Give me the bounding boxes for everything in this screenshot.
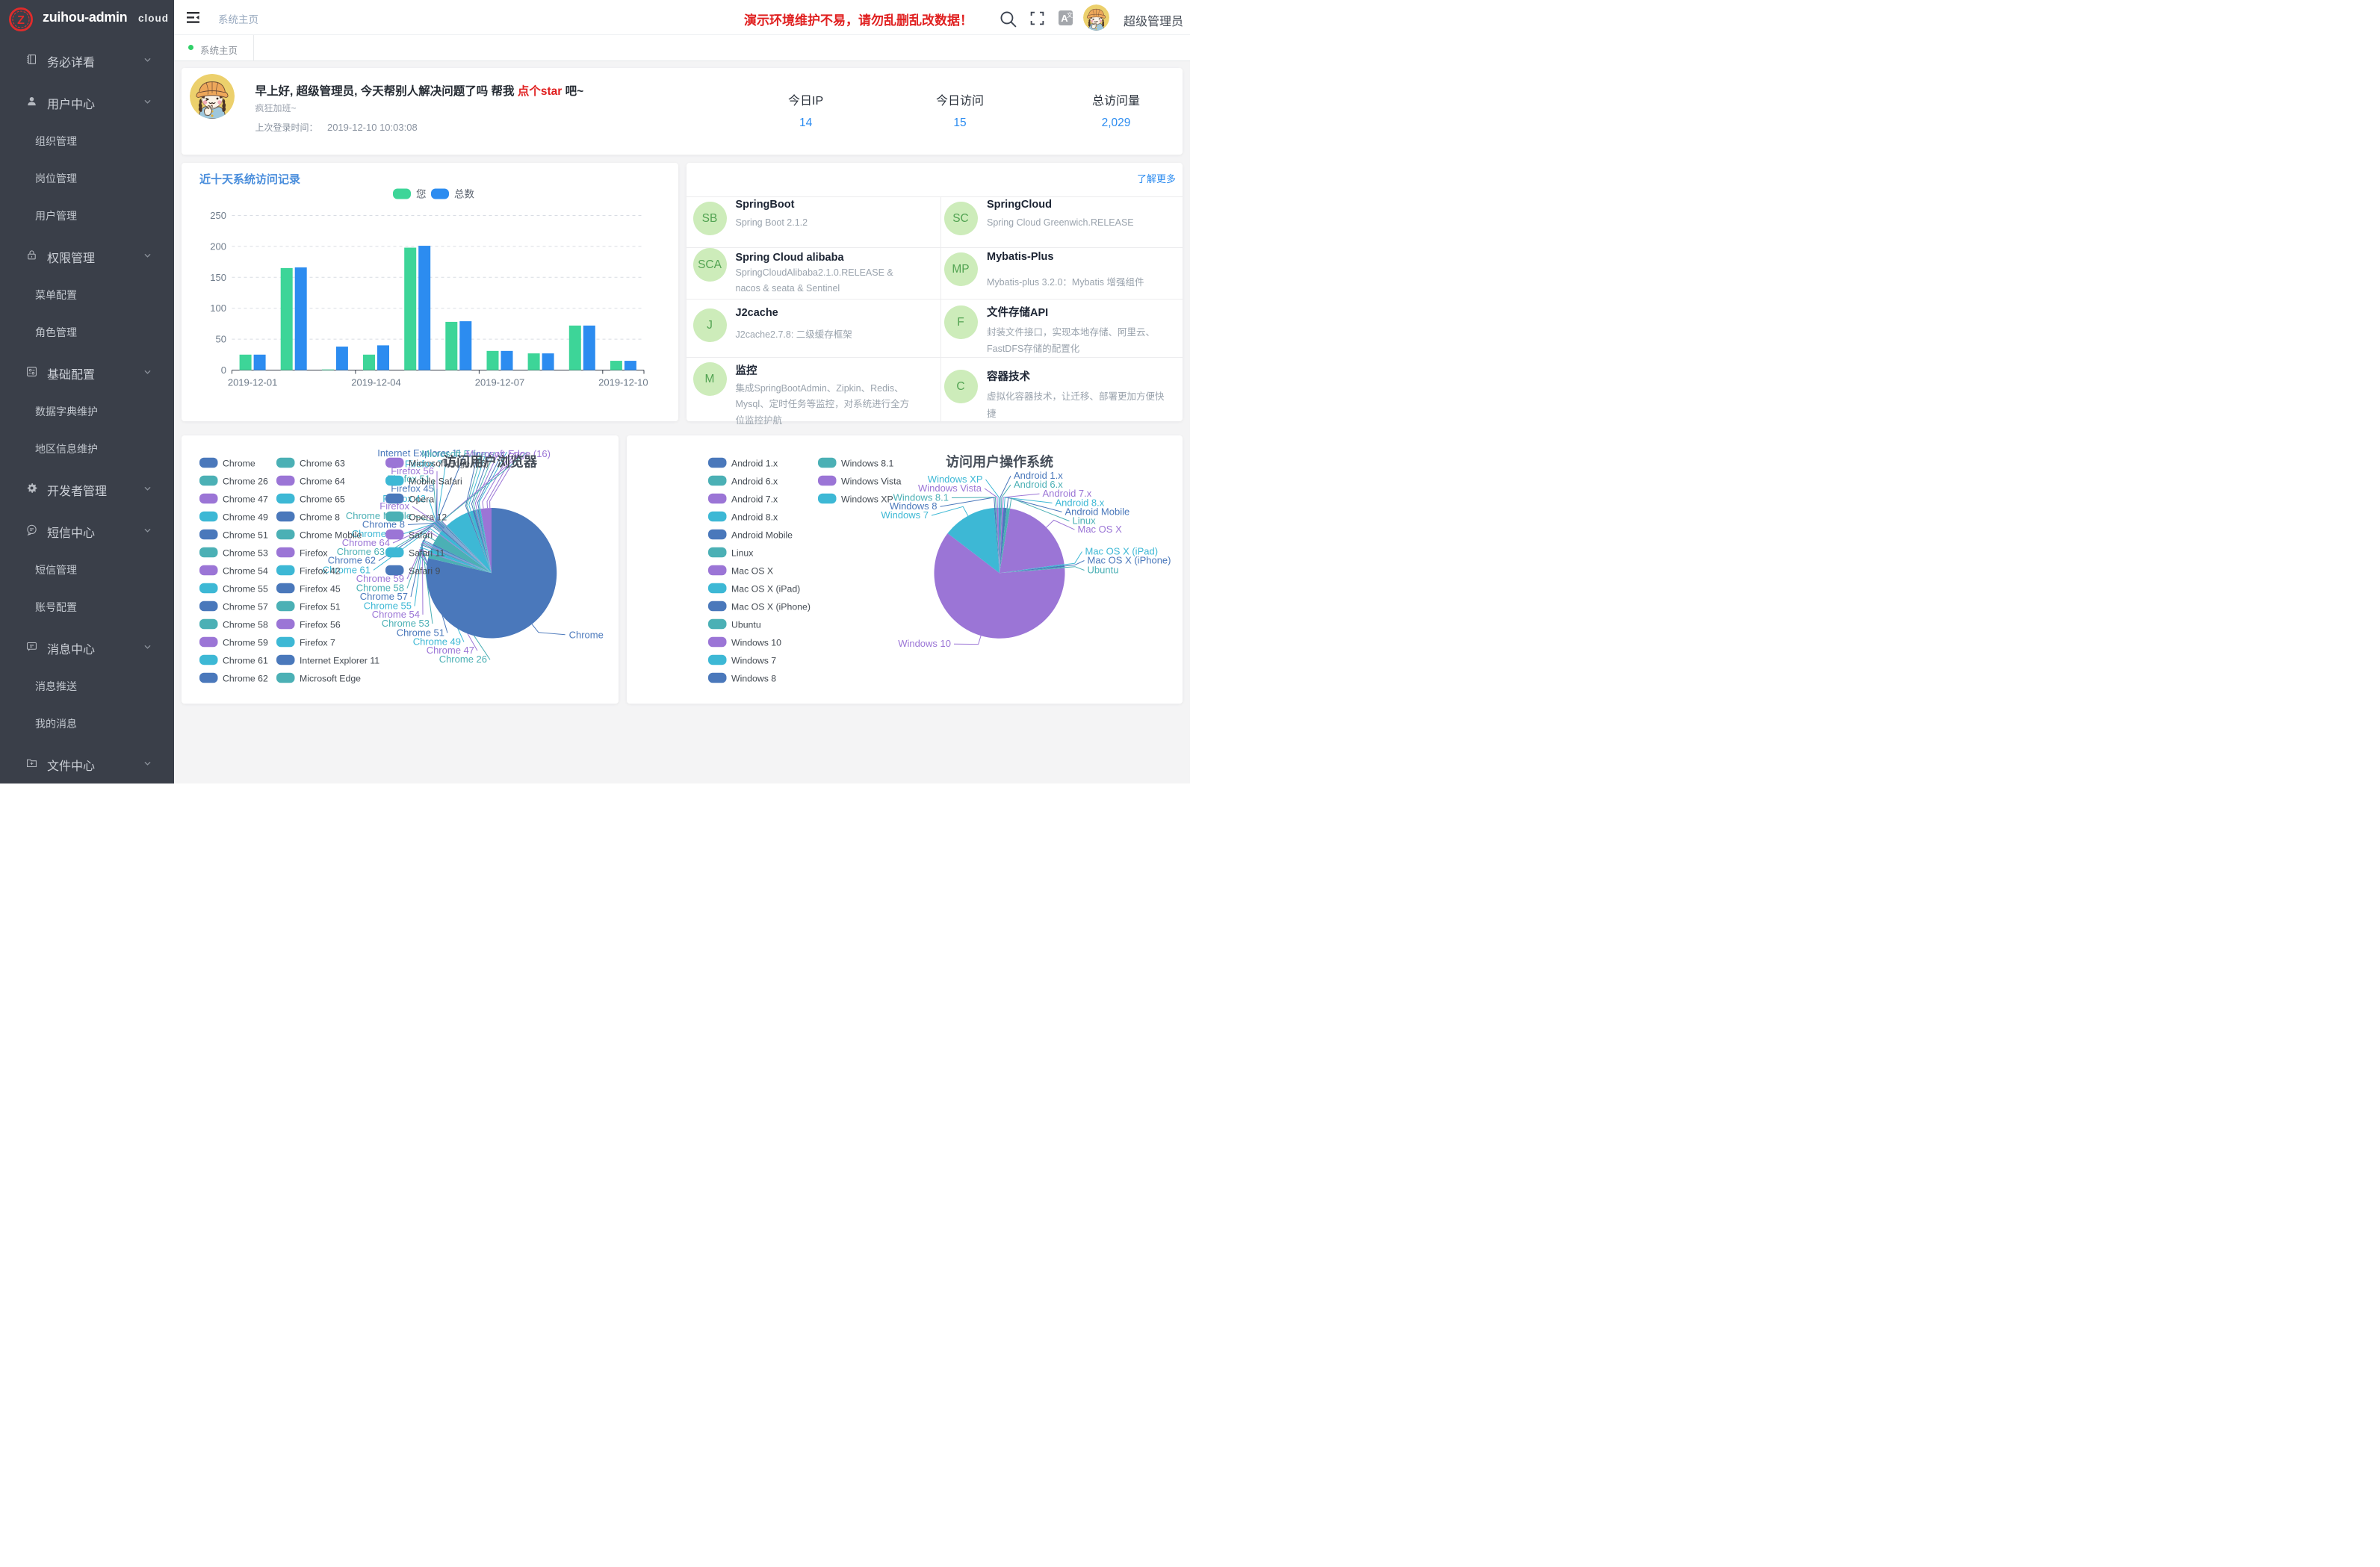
svg-text:Chrome 62: Chrome 62 bbox=[223, 673, 268, 683]
svg-text:Chrome 54: Chrome 54 bbox=[223, 565, 268, 576]
svg-text:Mobile Safari: Mobile Safari bbox=[409, 476, 462, 486]
svg-text:Mac OS X: Mac OS X bbox=[731, 565, 773, 576]
svg-text:Firefox: Firefox bbox=[300, 547, 328, 558]
svg-text:Chrome 65: Chrome 65 bbox=[300, 494, 345, 504]
svg-text:Windows 7: Windows 7 bbox=[881, 509, 929, 521]
svg-text:Mac OS X: Mac OS X bbox=[1077, 524, 1122, 535]
svg-text:Firefox 45: Firefox 45 bbox=[300, 583, 341, 594]
svg-text:Safari 9: Safari 9 bbox=[409, 565, 441, 576]
svg-text:Chrome 51: Chrome 51 bbox=[223, 530, 268, 540]
svg-text:Windows 8: Windows 8 bbox=[731, 673, 776, 683]
svg-text:250: 250 bbox=[210, 210, 226, 221]
svg-text:200: 200 bbox=[210, 241, 226, 252]
svg-text:Internet Explorer 11: Internet Explorer 11 bbox=[300, 655, 379, 665]
svg-text:Linux: Linux bbox=[731, 547, 754, 558]
svg-text:Chrome 57: Chrome 57 bbox=[223, 601, 268, 612]
svg-text:总数: 总数 bbox=[454, 188, 475, 199]
svg-text:Windows 10: Windows 10 bbox=[731, 637, 781, 648]
svg-text:Safari 11: Safari 11 bbox=[409, 547, 444, 558]
svg-text:2019-12-01: 2019-12-01 bbox=[228, 376, 278, 388]
svg-text:近十天系统访问记录: 近十天系统访问记录 bbox=[199, 173, 300, 186]
svg-text:Firefox 7: Firefox 7 bbox=[300, 637, 335, 648]
svg-text:2019-12-04: 2019-12-04 bbox=[351, 376, 401, 388]
svg-text:100: 100 bbox=[210, 302, 226, 314]
svg-text:Mac OS X (iPad): Mac OS X (iPad) bbox=[731, 583, 800, 594]
svg-text:Chrome Mobile: Chrome Mobile bbox=[300, 530, 362, 540]
svg-text:Firefox 51: Firefox 51 bbox=[300, 601, 341, 612]
svg-text:文: 文 bbox=[1067, 11, 1073, 19]
svg-text:Firefox 42: Firefox 42 bbox=[300, 565, 341, 576]
svg-text:Chrome 64: Chrome 64 bbox=[300, 476, 345, 486]
svg-text:Chrome 8: Chrome 8 bbox=[300, 512, 340, 522]
svg-text:Windows XP: Windows XP bbox=[841, 494, 893, 504]
svg-text:Chrome 47: Chrome 47 bbox=[223, 494, 268, 504]
svg-text:Chrome 26: Chrome 26 bbox=[223, 476, 268, 486]
svg-text:2019-12-07: 2019-12-07 bbox=[475, 376, 525, 388]
svg-text:您: 您 bbox=[416, 187, 427, 199]
svg-text:Android Mobile: Android Mobile bbox=[731, 530, 793, 540]
svg-text:Firefox 56: Firefox 56 bbox=[300, 619, 341, 630]
svg-text:0: 0 bbox=[221, 364, 226, 376]
svg-text:Microsoft Edge: Microsoft Edge bbox=[300, 673, 361, 683]
svg-text:150: 150 bbox=[210, 271, 226, 282]
svg-text:Windows 7: Windows 7 bbox=[731, 655, 776, 665]
svg-text:Windows Vista: Windows Vista bbox=[841, 476, 902, 486]
svg-text:Android 7.x: Android 7.x bbox=[731, 494, 778, 504]
svg-text:Chrome: Chrome bbox=[223, 458, 255, 468]
svg-text:50: 50 bbox=[216, 333, 226, 344]
svg-text:Chrome 58: Chrome 58 bbox=[223, 619, 268, 630]
svg-text:Microsoft Edge (16): Microsoft Edge (16) bbox=[409, 458, 489, 468]
svg-text:Chrome 53: Chrome 53 bbox=[223, 547, 268, 558]
svg-text:访问用户操作系统: 访问用户操作系统 bbox=[946, 453, 1053, 469]
svg-text:Android 1.x: Android 1.x bbox=[731, 458, 778, 468]
svg-text:Windows 10: Windows 10 bbox=[898, 638, 951, 649]
svg-text:Chrome 49: Chrome 49 bbox=[223, 512, 268, 522]
svg-text:Chrome 55: Chrome 55 bbox=[223, 583, 268, 594]
svg-text:Chrome 59: Chrome 59 bbox=[223, 637, 268, 648]
svg-text:Safari: Safari bbox=[409, 530, 433, 540]
svg-text:Android 8.x: Android 8.x bbox=[731, 512, 778, 522]
svg-text:Ubuntu: Ubuntu bbox=[731, 619, 761, 630]
svg-text:Mac OS X (iPhone): Mac OS X (iPhone) bbox=[731, 601, 811, 612]
svg-text:2019-12-10: 2019-12-10 bbox=[598, 376, 648, 388]
svg-text:Opera: Opera bbox=[409, 494, 434, 504]
svg-text:Chrome 61: Chrome 61 bbox=[223, 655, 268, 665]
svg-text:Chrome 63: Chrome 63 bbox=[300, 458, 345, 468]
svg-text:Windows 8.1: Windows 8.1 bbox=[841, 458, 894, 468]
svg-text:Chrome 26: Chrome 26 bbox=[439, 654, 487, 665]
svg-text:Z: Z bbox=[17, 14, 25, 27]
svg-text:Chrome: Chrome bbox=[569, 629, 604, 640]
svg-text:Android 6.x: Android 6.x bbox=[731, 476, 778, 486]
svg-text:Ubuntu: Ubuntu bbox=[1087, 564, 1118, 575]
svg-text:Opera 12: Opera 12 bbox=[409, 512, 447, 522]
